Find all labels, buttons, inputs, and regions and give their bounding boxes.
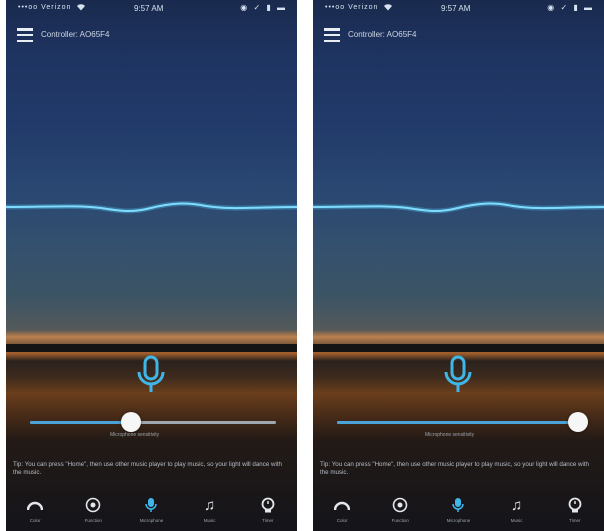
function-icon xyxy=(85,494,101,516)
horizon-glow xyxy=(313,330,604,344)
controller-title: Controller: AO65F4 xyxy=(348,30,417,39)
signal-indicator: •••oo Verizon xyxy=(18,4,72,11)
tab-timer[interactable]: Timer xyxy=(243,494,293,523)
color-wheel-icon xyxy=(334,494,351,516)
tab-label: Function xyxy=(84,518,102,523)
sensitivity-label: Microphone sensitivity xyxy=(110,432,160,438)
sensitivity-slider[interactable] xyxy=(337,412,589,432)
tab-bar: Color Function Microphone ♫ Music Timer xyxy=(313,494,604,531)
status-right-icons: ◉ ✓ ▮ ▬ xyxy=(240,3,287,12)
status-time: 9:57 AM xyxy=(134,4,164,13)
shoreline xyxy=(6,344,297,352)
tip-text: Tip: You can press "Home", then use othe… xyxy=(13,461,282,476)
tab-label: Timer xyxy=(262,518,274,523)
microphone-icon[interactable] xyxy=(134,355,168,395)
tab-music[interactable]: ♫ Music xyxy=(492,494,542,524)
slider-thumb[interactable] xyxy=(568,412,589,432)
tab-function[interactable]: Function xyxy=(375,494,425,523)
microphone-icon xyxy=(145,494,158,516)
wifi-icon xyxy=(383,3,393,13)
tab-color[interactable]: Color xyxy=(317,494,367,523)
tab-label: Function xyxy=(391,518,409,523)
microphone-icon[interactable] xyxy=(441,355,475,395)
tab-microphone[interactable]: Microphone xyxy=(126,494,176,523)
tab-timer[interactable]: Timer xyxy=(550,494,600,523)
tab-music[interactable]: ♫ Music xyxy=(185,494,235,524)
tab-label: Music xyxy=(203,518,216,523)
slider-fill xyxy=(337,421,579,424)
sensitivity-slider[interactable] xyxy=(30,412,276,432)
tab-label: Timer xyxy=(569,518,581,523)
wifi-icon xyxy=(76,3,86,13)
tab-label: Microphone xyxy=(139,518,164,523)
tab-microphone[interactable]: Microphone xyxy=(433,494,483,523)
phone-screen-left: •••oo Verizon 9:57 AM ◉ ✓ ▮ ▬ Controller… xyxy=(6,0,297,531)
timer-icon xyxy=(261,494,275,516)
signal-indicator: •••oo Verizon xyxy=(325,4,379,11)
tab-color[interactable]: Color xyxy=(10,494,60,523)
hamburger-icon[interactable] xyxy=(324,28,340,42)
tab-label: Music xyxy=(510,518,523,523)
tab-label: Color xyxy=(29,518,41,523)
status-bar: •••oo Verizon 9:57 AM ◉ ✓ ▮ ▬ xyxy=(6,0,297,16)
shoreline xyxy=(313,344,604,352)
function-icon xyxy=(392,494,408,516)
tab-bar: Color Function Microphone ♫ Music Timer xyxy=(6,494,297,531)
music-note-icon: ♫ xyxy=(511,496,523,514)
sensitivity-label: Microphone sensitivity xyxy=(425,432,475,438)
tip-text: Tip: You can press "Home", then use othe… xyxy=(320,461,589,476)
color-wheel-icon xyxy=(27,494,44,516)
timer-icon xyxy=(568,494,582,516)
status-right-icons: ◉ ✓ ▮ ▬ xyxy=(547,3,594,12)
sound-wave xyxy=(6,201,297,214)
slider-fill xyxy=(30,421,131,424)
controller-title: Controller: AO65F4 xyxy=(41,30,110,39)
tab-function[interactable]: Function xyxy=(68,494,118,523)
sound-wave xyxy=(313,201,604,214)
music-note-icon: ♫ xyxy=(204,496,216,514)
slider-thumb[interactable] xyxy=(120,412,141,432)
status-time: 9:57 AM xyxy=(441,4,471,13)
status-bar: •••oo Verizon 9:57 AM ◉ ✓ ▮ ▬ xyxy=(313,0,604,16)
hamburger-icon[interactable] xyxy=(17,28,33,42)
horizon-glow xyxy=(6,330,297,344)
microphone-icon xyxy=(452,494,465,516)
phone-screen-right: •••oo Verizon 9:57 AM ◉ ✓ ▮ ▬ Controller… xyxy=(313,0,604,531)
tab-label: Color xyxy=(336,518,348,523)
tab-label: Microphone xyxy=(446,518,471,523)
